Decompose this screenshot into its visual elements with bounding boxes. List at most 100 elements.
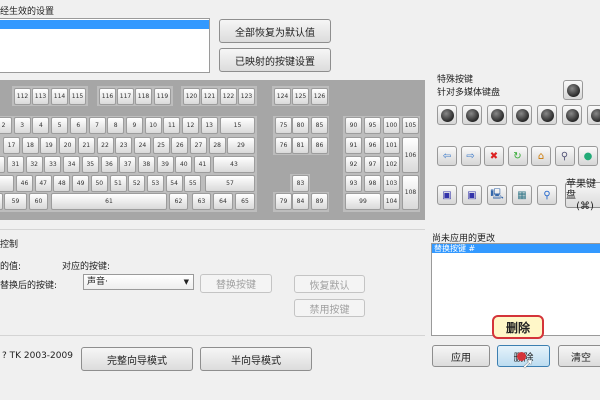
key[interactable]: 122 [220, 88, 237, 105]
full-wizard-button[interactable]: 完整向导模式 [81, 347, 193, 371]
key[interactable]: 60 [29, 193, 48, 210]
key[interactable]: 31 [7, 156, 24, 173]
my-computer-icon[interactable]: ▣ [437, 185, 457, 205]
key[interactable]: 29 [227, 137, 255, 154]
key[interactable]: 26 [171, 137, 189, 154]
key[interactable]: 95 [364, 117, 381, 134]
key[interactable]: 5 [51, 117, 69, 134]
mapped-keys-button[interactable]: 已映射的按键设置 [219, 48, 331, 72]
forward-icon[interactable]: ⇨ [460, 146, 481, 166]
key[interactable]: 2 [0, 117, 12, 134]
key[interactable]: 23 [115, 137, 133, 154]
key[interactable]: 97 [364, 156, 381, 173]
key[interactable]: 39 [156, 156, 174, 173]
key[interactable]: 52 [128, 175, 146, 192]
key[interactable]: 85 [311, 117, 328, 134]
key[interactable]: 112 [14, 88, 31, 105]
key[interactable]: 98 [364, 175, 381, 192]
next-icon[interactable] [512, 105, 532, 125]
media-player-icon[interactable]: ▣ [462, 185, 482, 205]
key[interactable]: 118 [135, 88, 152, 105]
play-icon[interactable] [437, 105, 457, 125]
key[interactable]: 7 [88, 117, 106, 134]
key[interactable]: 40 [175, 156, 193, 173]
key[interactable]: 4 [32, 117, 50, 134]
key[interactable]: 61 [51, 193, 167, 210]
key[interactable]: 6 [69, 117, 87, 134]
key[interactable] [0, 193, 3, 210]
half-wizard-button[interactable]: 半向导模式 [200, 347, 312, 371]
stop-icon[interactable] [462, 105, 482, 125]
key[interactable]: 79 [275, 193, 292, 210]
key[interactable]: 90 [345, 117, 362, 134]
key[interactable]: 114 [51, 88, 68, 105]
key[interactable]: 119 [154, 88, 171, 105]
key[interactable]: 89 [311, 193, 328, 210]
key[interactable]: 25 [152, 137, 170, 154]
key[interactable] [0, 175, 14, 192]
key[interactable]: 37 [119, 156, 137, 173]
active-settings-list[interactable] [0, 18, 210, 73]
key[interactable]: 125 [292, 88, 309, 105]
pending-item[interactable]: 替换按键 # [432, 244, 600, 253]
key[interactable]: 19 [40, 137, 58, 154]
key[interactable]: 35 [81, 156, 99, 173]
volume-up-icon[interactable] [537, 105, 557, 125]
key[interactable]: 36 [100, 156, 118, 173]
key[interactable]: 28 [208, 137, 226, 154]
key[interactable]: 113 [32, 88, 49, 105]
eject-icon[interactable] [563, 80, 583, 100]
search-web-icon[interactable]: ⚲ [554, 146, 575, 166]
key[interactable]: 103 [383, 175, 400, 192]
find-icon[interactable]: ⚲ [537, 185, 557, 205]
key[interactable]: 81 [292, 137, 309, 154]
selected-row[interactable] [0, 20, 209, 29]
previous-icon[interactable] [487, 105, 507, 125]
key[interactable]: 80 [292, 117, 309, 134]
key[interactable]: 124 [274, 88, 291, 105]
back-icon[interactable]: ⇦ [437, 146, 457, 166]
key[interactable]: 41 [194, 156, 211, 173]
restore-all-defaults-button[interactable]: 全部恢复为默认值 [219, 19, 331, 43]
clear-button[interactable]: 清空 [558, 345, 600, 367]
key[interactable]: 43 [213, 156, 255, 173]
key[interactable]: 18 [21, 137, 39, 154]
key[interactable]: 57 [205, 175, 255, 192]
key[interactable]: 96 [364, 137, 381, 154]
key[interactable]: 22 [96, 137, 114, 154]
replacement-key-dropdown[interactable]: 声音· ▼ [83, 274, 194, 290]
key[interactable]: 99 [345, 193, 381, 210]
key[interactable]: 20 [59, 137, 77, 154]
key[interactable]: 117 [117, 88, 134, 105]
key[interactable]: 123 [238, 88, 255, 105]
key[interactable]: 27 [190, 137, 207, 154]
key[interactable]: 101 [383, 137, 400, 154]
key[interactable]: 108 [402, 175, 419, 210]
key[interactable]: 12 [182, 117, 199, 134]
key[interactable]: 46 [16, 175, 33, 192]
key[interactable]: 59 [4, 193, 27, 210]
key[interactable]: 49 [72, 175, 90, 192]
key[interactable]: 9 [125, 117, 143, 134]
key[interactable]: 8 [107, 117, 125, 134]
key[interactable]: 47 [34, 175, 52, 192]
key[interactable]: 126 [311, 88, 328, 105]
key[interactable]: 24 [133, 137, 151, 154]
apply-button[interactable]: 应用 [432, 345, 490, 367]
key[interactable]: 32 [25, 156, 43, 173]
key[interactable]: 48 [53, 175, 71, 192]
key[interactable]: 64 [213, 193, 233, 210]
key[interactable]: 93 [345, 175, 362, 192]
replace-key-button[interactable]: 替换按键 [200, 274, 272, 293]
key[interactable]: 54 [165, 175, 183, 192]
key[interactable]: 34 [63, 156, 81, 173]
key[interactable]: 50 [90, 175, 108, 192]
key[interactable]: 53 [146, 175, 164, 192]
key[interactable]: 11 [163, 117, 181, 134]
key[interactable]: 76 [275, 137, 292, 154]
home-icon[interactable]: ⌂ [531, 146, 551, 166]
key[interactable]: 15 [220, 117, 255, 134]
disable-key-button[interactable]: 禁用按键 [294, 299, 365, 317]
key[interactable]: 92 [345, 156, 362, 173]
key[interactable]: 75 [275, 117, 292, 134]
